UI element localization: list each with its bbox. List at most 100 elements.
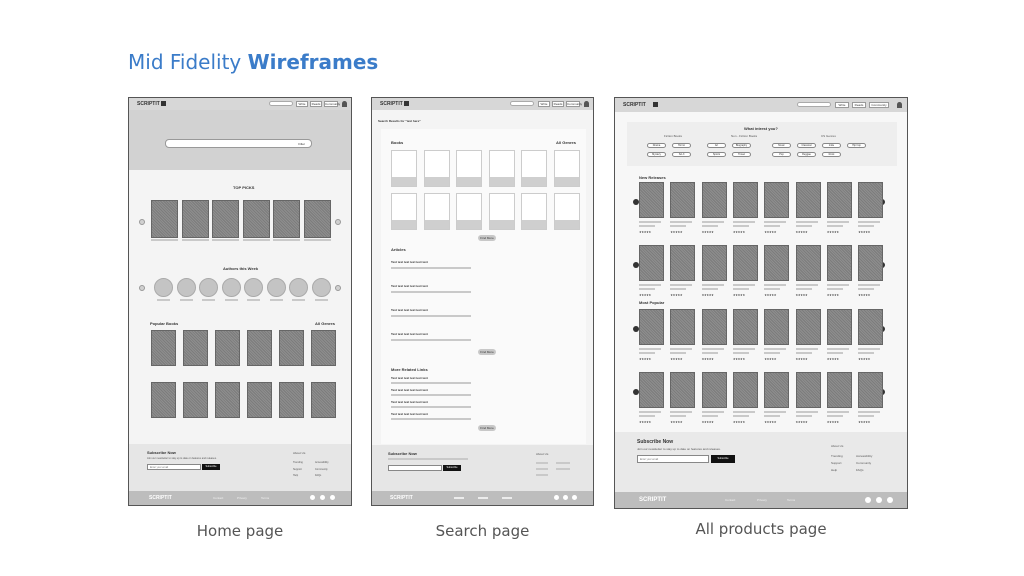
book-cover[interactable] bbox=[151, 200, 178, 238]
find-more-button[interactable]: Find More bbox=[478, 235, 496, 241]
email-input[interactable]: Enter your email bbox=[147, 464, 201, 470]
genre-chip[interactable]: Pop bbox=[772, 152, 791, 157]
product-cover[interactable] bbox=[701, 245, 727, 281]
footer-link[interactable] bbox=[536, 468, 548, 470]
book-cover[interactable] bbox=[247, 330, 272, 366]
product-cover[interactable] bbox=[732, 182, 758, 218]
genre-chip[interactable]: Mystery bbox=[647, 152, 666, 157]
grid-icon[interactable] bbox=[404, 101, 409, 106]
genre-chip[interactable]: Indie bbox=[822, 143, 841, 148]
book-result-card[interactable] bbox=[488, 193, 515, 230]
book-cover[interactable] bbox=[311, 330, 336, 366]
product-cover[interactable] bbox=[858, 182, 884, 218]
book-result-card[interactable] bbox=[553, 150, 580, 187]
product-cover[interactable] bbox=[764, 182, 790, 218]
footer-bottom-link[interactable] bbox=[502, 497, 512, 499]
article-title[interactable]: Text text text text text text bbox=[391, 332, 428, 336]
write-button[interactable]: Write bbox=[538, 101, 550, 107]
product-cover[interactable] bbox=[795, 245, 821, 281]
related-link-title[interactable]: Text text text text text text bbox=[391, 412, 428, 416]
reads-button[interactable]: Reads bbox=[310, 101, 322, 107]
user-icon[interactable] bbox=[584, 101, 589, 107]
product-cover[interactable] bbox=[670, 309, 696, 345]
footer-link[interactable]: Help bbox=[293, 474, 298, 477]
search-input[interactable] bbox=[510, 101, 534, 106]
footer-bottom-link[interactable]: Contact bbox=[725, 498, 735, 502]
subscribe-button[interactable]: Subscribe bbox=[443, 465, 461, 471]
footer-link[interactable]: Accessibility bbox=[315, 461, 329, 464]
product-cover[interactable] bbox=[858, 309, 884, 345]
footer-logo[interactable]: SCRIPTIT bbox=[639, 497, 666, 503]
product-cover[interactable] bbox=[701, 372, 727, 408]
footer-link[interactable]: Trending bbox=[831, 454, 843, 458]
book-cover[interactable] bbox=[247, 382, 272, 418]
community-button[interactable]: Community bbox=[566, 101, 582, 107]
footer-bottom-link[interactable] bbox=[454, 497, 464, 499]
email-input[interactable] bbox=[388, 465, 442, 471]
book-result-card[interactable] bbox=[456, 150, 482, 187]
related-link-title[interactable]: Text text text text text text bbox=[391, 376, 428, 380]
user-icon[interactable] bbox=[897, 102, 902, 108]
user-icon[interactable] bbox=[342, 101, 347, 107]
reads-button[interactable]: Reads bbox=[852, 102, 866, 108]
footer-link[interactable]: Help bbox=[831, 468, 837, 472]
reads-button[interactable]: Reads bbox=[552, 101, 564, 107]
logo[interactable]: SCRIPTIT bbox=[380, 101, 403, 107]
product-cover[interactable] bbox=[670, 182, 696, 218]
footer-link[interactable] bbox=[556, 468, 570, 470]
product-cover[interactable] bbox=[826, 372, 852, 408]
book-cover[interactable] bbox=[181, 200, 209, 238]
book-cover[interactable] bbox=[273, 200, 300, 238]
arrow-left-icon[interactable] bbox=[139, 219, 145, 225]
product-cover[interactable] bbox=[701, 182, 727, 218]
footer-link[interactable]: Trending bbox=[293, 461, 303, 464]
find-more-button[interactable]: Find More bbox=[478, 349, 496, 355]
twitter-icon[interactable] bbox=[876, 497, 882, 503]
product-cover[interactable] bbox=[701, 309, 727, 345]
product-cover[interactable] bbox=[764, 245, 790, 281]
footer-bottom-link[interactable]: Terms bbox=[261, 496, 269, 500]
book-cover[interactable] bbox=[279, 330, 304, 366]
footer-bottom-link[interactable]: Privacy bbox=[757, 498, 767, 502]
product-cover[interactable] bbox=[858, 245, 884, 281]
footer-link[interactable]: Community bbox=[856, 461, 871, 465]
footer-bottom-link[interactable]: Privacy bbox=[237, 496, 247, 500]
product-cover[interactable] bbox=[639, 182, 664, 218]
product-cover[interactable] bbox=[764, 309, 790, 345]
author-avatar[interactable] bbox=[154, 278, 173, 297]
community-button[interactable]: Community bbox=[869, 102, 889, 108]
author-avatar[interactable] bbox=[266, 278, 286, 297]
product-cover[interactable] bbox=[826, 182, 852, 218]
author-avatar[interactable] bbox=[244, 278, 263, 297]
book-cover[interactable] bbox=[215, 330, 240, 366]
book-cover[interactable] bbox=[279, 382, 304, 418]
product-cover[interactable] bbox=[639, 309, 664, 345]
genre-chip[interactable]: Drama bbox=[647, 143, 666, 148]
instagram-icon[interactable] bbox=[887, 497, 893, 503]
arrow-left-icon[interactable] bbox=[139, 285, 145, 291]
author-avatar[interactable] bbox=[311, 278, 331, 297]
article-title[interactable]: Text text text text text text bbox=[391, 284, 428, 288]
write-button[interactable]: Write bbox=[296, 101, 308, 107]
genre-chip[interactable]: Classical bbox=[797, 143, 816, 148]
genre-chip[interactable]: Sci-fi bbox=[672, 152, 691, 157]
related-link-title[interactable]: Text text text text text text bbox=[391, 388, 428, 392]
genre-chip[interactable]: Rock bbox=[822, 152, 841, 157]
book-result-card[interactable] bbox=[521, 193, 547, 230]
footer-logo[interactable]: SCRIPTIT bbox=[390, 495, 413, 501]
product-cover[interactable] bbox=[826, 245, 852, 281]
footer-link[interactable]: FAQs bbox=[315, 474, 321, 477]
grid-icon[interactable] bbox=[653, 102, 658, 107]
hero-search[interactable]: Filter bbox=[165, 139, 312, 148]
filter-label[interactable]: Filter bbox=[298, 142, 305, 146]
all-genres-link[interactable]: All Genres bbox=[556, 140, 576, 145]
find-more-button[interactable]: Find More bbox=[478, 425, 496, 431]
footer-link[interactable]: Community bbox=[315, 468, 328, 471]
product-cover[interactable] bbox=[795, 309, 821, 345]
book-result-card[interactable] bbox=[488, 150, 515, 187]
instagram-icon[interactable] bbox=[330, 495, 335, 500]
genre-chip[interactable]: Horror bbox=[672, 143, 691, 148]
twitter-icon[interactable] bbox=[320, 495, 325, 500]
logo[interactable]: SCRIPTIT bbox=[137, 101, 160, 107]
subscribe-button[interactable]: Subscribe bbox=[711, 455, 735, 463]
